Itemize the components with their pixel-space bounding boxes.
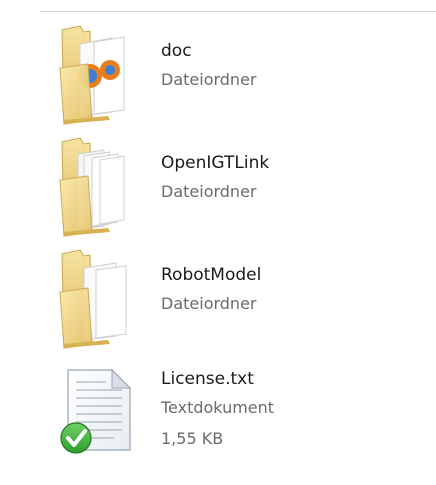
list-item-doc[interactable]: doc Dateiordner	[50, 24, 380, 136]
checkmark-icon	[60, 422, 92, 454]
item-name: License.txt	[161, 369, 254, 389]
item-text: License.txt Textdokument 1,55 KB	[161, 366, 274, 454]
item-text: OpenIGTLink Dateiordner	[161, 150, 269, 207]
folder-icon	[50, 136, 150, 240]
file-list-pane: doc Dateiordner OpenIGTLink Dateiordner …	[0, 0, 436, 485]
list-item-robotmodel[interactable]: RobotModel Dateiordner	[50, 248, 380, 360]
list-item-license-txt[interactable]: License.txt Textdokument 1,55 KB	[50, 360, 380, 472]
list-item-openigtlink[interactable]: OpenIGTLink Dateiordner	[50, 136, 380, 248]
text-file-icon	[54, 360, 154, 464]
item-text: doc Dateiordner	[161, 38, 257, 95]
item-type: Dateiordner	[161, 182, 257, 201]
item-name: RobotModel	[161, 265, 262, 285]
item-name: OpenIGTLink	[161, 153, 270, 173]
item-type: Dateiordner	[161, 70, 257, 89]
header-divider	[40, 11, 436, 12]
folder-icon	[50, 248, 150, 352]
item-type: Textdokument	[161, 398, 275, 417]
folder-icon	[50, 24, 150, 128]
item-type: Dateiordner	[161, 294, 257, 313]
item-text: RobotModel Dateiordner	[161, 262, 261, 319]
item-name: doc	[161, 41, 192, 61]
item-size: 1,55 KB	[161, 429, 224, 448]
